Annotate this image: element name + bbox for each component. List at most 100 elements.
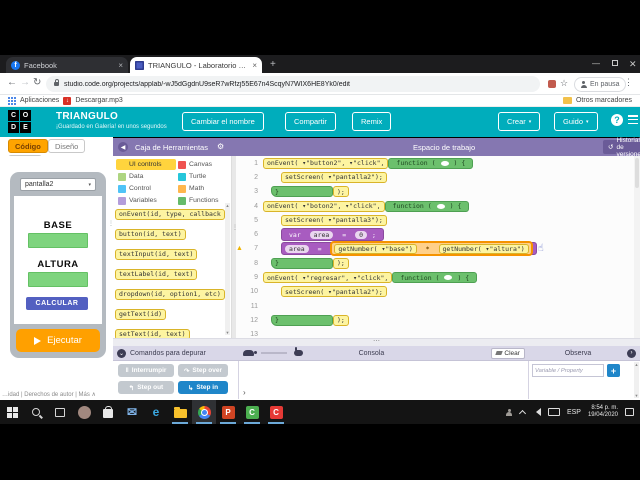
tab-triangulo[interactable]: TRIANGULO - Laboratorio de apli × [130, 57, 262, 73]
code-block[interactable]: ); [333, 257, 349, 269]
code-block[interactable]: onEvent( ▾"boton2", ▾"click", [263, 200, 385, 212]
code-block[interactable]: function ( ) { [392, 272, 478, 284]
app-camtasia-red[interactable]: C [264, 400, 288, 424]
bookmark-descargar-mp3[interactable]: Descargar.mp3 [75, 97, 122, 104]
code-block[interactable]: function ( [389, 201, 436, 212]
page-footer-links[interactable]: …idad | Derechos de autor | Más ∧ [0, 388, 113, 400]
expand-watch-icon[interactable]: › [627, 348, 636, 358]
tab-codigo[interactable]: Código [8, 139, 48, 153]
tab-diseno[interactable]: Diseño [48, 139, 86, 153]
base-input[interactable] [28, 233, 88, 248]
rabbit-fast-icon[interactable] [294, 347, 303, 356]
code-block[interactable]: ; [368, 229, 380, 240]
code-block[interactable]: ); [333, 314, 349, 326]
code-block[interactable]: onEvent( ▾"regresar", ▾"click", [263, 272, 393, 284]
window-maximize-button[interactable] [612, 59, 618, 68]
app-chrome[interactable] [192, 400, 216, 424]
code-block[interactable]: function ( ) { [384, 200, 470, 212]
tab-facebook[interactable]: f Facebook × [6, 57, 128, 73]
bookmark-aplicaciones[interactable]: Aplicaciones [20, 97, 59, 104]
code-block[interactable]: ) { [446, 201, 466, 212]
watch-scrollbar[interactable]: ▲ ▼ [634, 362, 639, 398]
browser-menu-icon[interactable]: ⋮ [624, 77, 633, 88]
speaker-icon[interactable] [532, 408, 541, 416]
screen-select[interactable]: pantalla2 ▾ [20, 178, 96, 191]
code-block[interactable]: area [285, 244, 309, 253]
action-center-icon[interactable] [625, 408, 634, 416]
toolbox-category-math[interactable]: Math [176, 183, 232, 194]
warning-icon[interactable]: ▲ [236, 245, 243, 252]
app-edge[interactable]: e [144, 400, 168, 424]
code-block[interactable]: area [309, 230, 334, 239]
start-button[interactable] [0, 400, 24, 424]
window-close-button[interactable]: ✕ [629, 59, 637, 70]
panel-resize-handle[interactable]: ⋮ [108, 221, 114, 238]
toolbox-block[interactable]: getText(id) [115, 308, 167, 320]
debug-step-over-button[interactable]: ↷ Step over [178, 364, 228, 377]
reload-icon[interactable]: ↻ [33, 77, 41, 88]
toolbox-category-data[interactable]: Data [116, 171, 176, 182]
debug-step-out-button[interactable]: ↰ Step out [118, 381, 174, 394]
code-block[interactable]: function ( [396, 272, 443, 283]
app-mail[interactable]: ✉ [120, 400, 144, 424]
bookmark-star-icon[interactable]: ☆ [560, 78, 568, 89]
code-block[interactable]: ); [333, 186, 349, 198]
toolbox-block[interactable]: dropdown(id, option1, etc) [115, 288, 225, 300]
code-block[interactable]: getNumber( ▾"base") [334, 243, 417, 254]
calcular-button[interactable]: CALCULAR [26, 297, 88, 310]
console-panel[interactable]: › [239, 361, 529, 399]
code-block[interactable]: = [334, 229, 354, 240]
other-bookmarks[interactable]: Otros marcadores [576, 97, 632, 104]
toolbox-block[interactable]: textInput(id, text) [115, 248, 198, 260]
code-block[interactable]: ) { [450, 158, 470, 169]
task-view-button[interactable] [48, 400, 72, 424]
code-block[interactable]: var area = 0; [281, 228, 384, 242]
create-menu-button[interactable]: Crear ▾ [498, 112, 541, 131]
toolbox-scrollbar[interactable]: ▲ ▼ [225, 203, 230, 335]
toolbox-block[interactable]: button(id, text) [115, 228, 186, 240]
extension-icon[interactable] [548, 80, 556, 88]
app-camtasia-green[interactable]: C [240, 400, 264, 424]
turtle-slow-icon[interactable] [243, 350, 257, 356]
app-store[interactable] [96, 400, 120, 424]
toolbox-block[interactable]: onEvent(id, type, callback [115, 208, 225, 220]
clear-console-button[interactable]: Clear [491, 347, 525, 359]
toolbox-category-ui-controls[interactable]: UI controls [116, 159, 176, 170]
close-tab-icon[interactable]: × [118, 61, 123, 70]
window-minimize-button[interactable]: — [592, 59, 600, 68]
address-bar[interactable]: studio.code.org/projects/applab/-wJ5dGgd… [46, 76, 540, 92]
show-hidden-icons-icon[interactable] [518, 409, 526, 417]
back-icon[interactable]: ← [7, 77, 17, 88]
code-block[interactable]: onEvent( ▾"button2", ▾"click", [263, 157, 389, 169]
speed-slider[interactable] [261, 352, 287, 354]
code-block[interactable]: ) { [453, 272, 473, 283]
remix-button[interactable]: Remix [352, 112, 392, 131]
code-logo[interactable]: CO DE [8, 110, 31, 133]
people-icon[interactable] [506, 408, 513, 416]
code-block[interactable]: } [271, 314, 333, 326]
workspace-scrollbar[interactable] [634, 156, 640, 338]
toolbox-block[interactable]: textLabel(id, text) [115, 268, 198, 280]
clock[interactable]: 8:54 p. m. 19/04/2020 [588, 405, 618, 419]
collapse-debug-icon[interactable]: ⌄ [117, 348, 126, 358]
code-block[interactable]: = [310, 243, 330, 254]
workspace-debug-divider[interactable]: ⋯ [113, 338, 640, 346]
code-block[interactable]: setScreen( ▾"pantalla2"); [281, 171, 387, 183]
add-watch-button[interactable]: + [607, 364, 620, 377]
hamburger-menu-icon[interactable] [628, 115, 638, 124]
run-button[interactable]: Ejecutar [16, 329, 100, 352]
code-block[interactable]: setScreen( ▾"pantalla3"); [281, 214, 387, 226]
code-block[interactable]: } [271, 186, 333, 198]
app-user-circle[interactable] [72, 400, 96, 424]
toolbox-category-canvas[interactable]: Canvas [176, 159, 232, 170]
code-workspace[interactable]: 1 onEvent( ▾"button2", ▾"click", function … [236, 156, 640, 338]
user-menu-button[interactable]: Guido ▾ [554, 112, 598, 131]
app-powerpoint[interactable]: P [216, 400, 240, 424]
rename-button[interactable]: Cambiar el nombre [182, 112, 264, 131]
profile-paused-chip[interactable]: En pausa [574, 77, 626, 92]
new-tab-button[interactable]: + [270, 59, 276, 70]
touch-keyboard-icon[interactable] [547, 408, 560, 416]
close-tab-icon[interactable]: × [252, 61, 257, 70]
code-block[interactable]: setScreen( ▾"pantalla2"); [281, 286, 387, 298]
forward-icon[interactable]: → [20, 77, 30, 88]
